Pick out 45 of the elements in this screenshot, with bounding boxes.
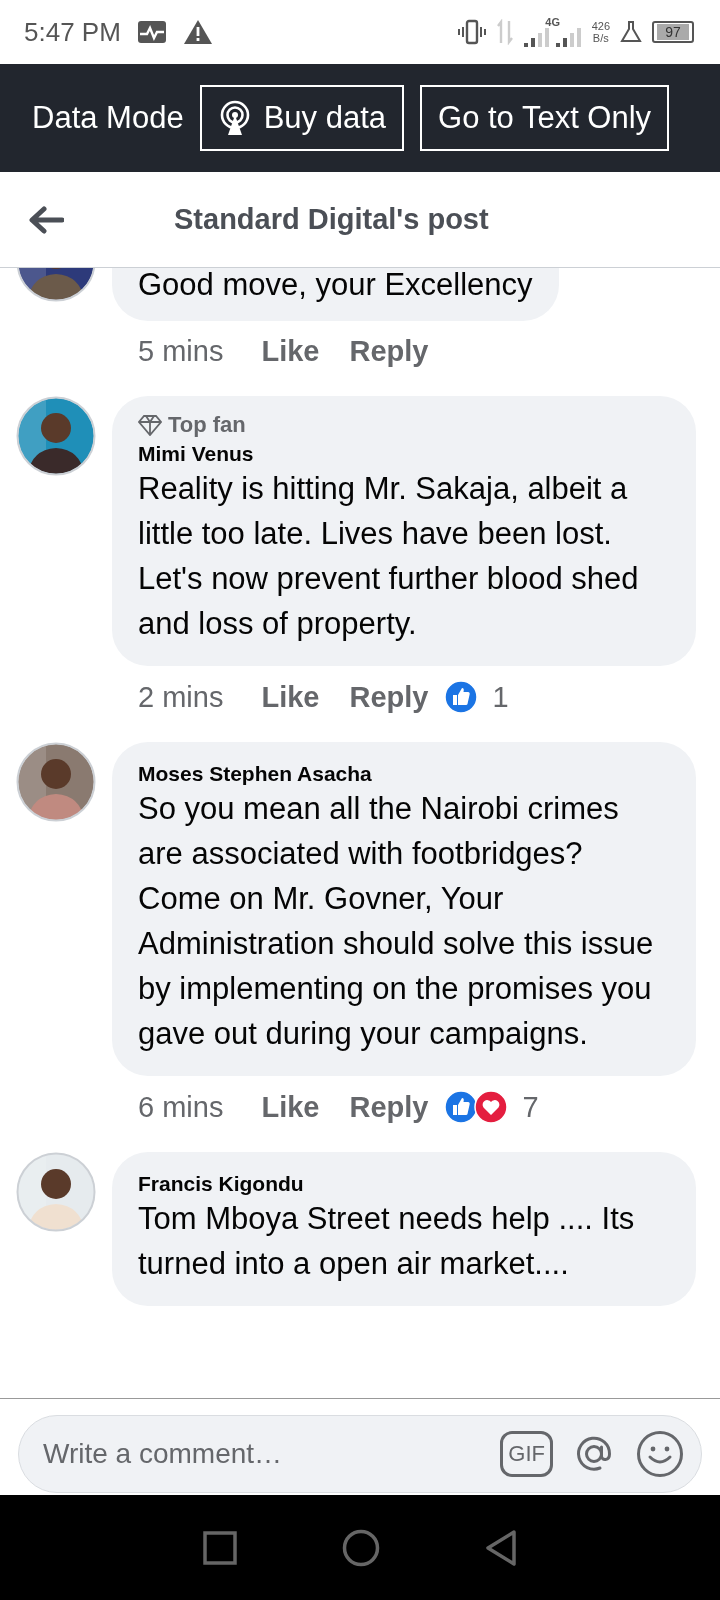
reaction-count: 7 [522, 1090, 539, 1124]
buy-data-button[interactable]: Buy data [199, 85, 404, 151]
reply-link[interactable]: Reply [349, 335, 429, 368]
home-button[interactable] [342, 1528, 380, 1567]
commenter-name[interactable]: Mimi Venus [138, 442, 670, 466]
reply-link[interactable]: Reply [349, 1090, 429, 1124]
text-only-button[interactable]: Go to Text Only [420, 85, 670, 151]
recents-button[interactable] [202, 1530, 237, 1565]
comment-time: 2 mins [138, 680, 224, 714]
network-type: 4G [545, 16, 560, 28]
speed-unit: B/s [592, 32, 609, 44]
thumbs-up-icon [444, 1090, 479, 1124]
back-arrow-icon [28, 205, 64, 234]
commenter-name[interactable]: Moses Stephen Asacha [138, 762, 670, 786]
warning-icon [182, 19, 213, 45]
diamond-icon [138, 414, 162, 436]
comment-text: Tom Mboya Street needs help .... Its turned into a open air market.... [138, 1200, 636, 1283]
emoji-icon [635, 1429, 685, 1479]
back-button[interactable] [28, 205, 64, 234]
comment-text: So you mean all the Nairobi crimes are associated with footbridges? Come on Mr. Govner, Your Administration should solve this issue by implementing on the promises you gave out during your campaigns. [138, 790, 655, 1053]
network-speed: 426 [591, 20, 610, 32]
data-arrows-icon [495, 19, 514, 45]
battery-level: 97 [657, 24, 689, 40]
top-fan-label: Top fan [168, 412, 246, 438]
like-link[interactable]: Like [261, 680, 320, 714]
page-title: Standard Digital's post [174, 203, 489, 236]
activity-icon [136, 20, 167, 44]
comment-field[interactable]: Write a comment… GIF [18, 1415, 702, 1493]
gif-button[interactable]: GIF [500, 1431, 553, 1477]
reaction-count: 1 [492, 680, 509, 714]
signal-icon [523, 27, 582, 48]
comment-text: Reality is hitting Mr. Sakaja, albeit a little too late. Lives have been lost. Let's now prevent further blood shed and loss of property. [138, 470, 640, 643]
like-link[interactable]: Like [261, 1090, 320, 1124]
comment-time: 6 mins [138, 1090, 224, 1124]
flask-icon [620, 20, 642, 44]
reply-link[interactable]: Reply [349, 680, 429, 714]
comment-text: Good move, your Excellency [138, 268, 533, 304]
comment-time: 5 mins [138, 335, 224, 368]
thumbs-up-icon [444, 680, 479, 714]
commenter-name[interactable]: Francis Kigondu [138, 1172, 670, 1196]
vibrate-icon [457, 19, 486, 45]
clock: 5:47 PM [24, 16, 121, 48]
data-mode-label: Data Mode [32, 100, 184, 136]
like-link[interactable]: Like [261, 335, 320, 368]
back-nav-button[interactable] [485, 1529, 518, 1566]
